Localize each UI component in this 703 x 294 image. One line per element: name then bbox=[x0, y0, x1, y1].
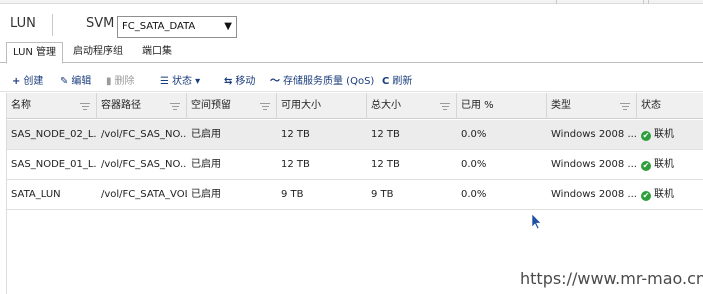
table-row[interactable]: SATA_LUN /vol/FC_SATA_VOL 已启用 9 TB 9 TB … bbox=[7, 180, 703, 210]
status-icon: ☰ bbox=[160, 76, 169, 87]
pencil-icon: ✎ bbox=[60, 76, 69, 87]
cell-space-reservation: 已启用 bbox=[191, 159, 221, 170]
refresh-button[interactable]: C 刷新 bbox=[382, 72, 412, 87]
column-header-label: 状态 bbox=[641, 100, 661, 111]
cell-container-path: /vol/FC_SAS_NO... bbox=[101, 159, 187, 170]
cell-available-size: 12 TB bbox=[281, 159, 310, 170]
cell-used-percent: 0.0% bbox=[461, 159, 487, 170]
status-text: 联机 bbox=[654, 189, 674, 200]
edit-label: 编辑 bbox=[71, 76, 92, 87]
tab-port-sets[interactable]: 端口集 bbox=[136, 42, 178, 63]
column-header-total-size[interactable]: 总大小 bbox=[367, 93, 457, 119]
move-button[interactable]: ⇆ 移动 bbox=[224, 72, 255, 87]
cell-used-percent: 0.0% bbox=[461, 129, 487, 140]
cell-total-size: 9 TB bbox=[371, 189, 394, 200]
column-header-name[interactable]: 名称 bbox=[7, 93, 97, 119]
tab-bar: LUN 管理 启动程序组 端口集 bbox=[0, 42, 703, 64]
refresh-icon: C bbox=[382, 76, 390, 87]
column-header-used-percent[interactable]: 已用 % bbox=[457, 93, 547, 119]
cell-total-size: 12 TB bbox=[371, 129, 400, 140]
check-circle-icon: ✔ bbox=[641, 131, 651, 141]
column-header-label: 名称 bbox=[11, 100, 31, 111]
cell-name: SATA_LUN bbox=[11, 189, 61, 200]
svm-label: SVM bbox=[86, 16, 115, 31]
cell-name: SAS_NODE_02_L... bbox=[11, 129, 97, 140]
column-header-label: 空间预留 bbox=[191, 100, 231, 111]
filter-icon[interactable] bbox=[620, 101, 630, 111]
cell-status: ✔ 联机 bbox=[637, 120, 703, 150]
column-header-label: 容器路径 bbox=[101, 100, 141, 111]
plus-icon: + bbox=[12, 76, 21, 87]
column-header-available-size[interactable]: 可用大小 bbox=[277, 93, 367, 119]
tab-initiator-groups[interactable]: 启动程序组 bbox=[67, 42, 129, 63]
qos-label: 存储服务质量 (QoS) bbox=[283, 76, 375, 87]
table-row[interactable]: SAS_NODE_02_L... /vol/FC_SAS_NO... 已启用 1… bbox=[7, 120, 703, 150]
table-row[interactable]: SAS_NODE_01_L... /vol/FC_SAS_NO... 已启用 1… bbox=[7, 150, 703, 180]
cell-name: SAS_NODE_01_L... bbox=[11, 159, 97, 170]
delete-label: 删除 bbox=[114, 76, 135, 87]
cell-total-size: 12 TB bbox=[371, 159, 400, 170]
lun-table: 名称 容器路径 空间预留 可用大小 总大小 已用 % 类型 状态 SAS_NOD… bbox=[6, 93, 703, 294]
create-button[interactable]: + 创建 bbox=[12, 72, 43, 87]
cell-space-reservation: 已启用 bbox=[191, 129, 221, 140]
column-header-label: 已用 % bbox=[461, 100, 494, 111]
column-header-label: 类型 bbox=[551, 100, 571, 111]
cell-container-path: /vol/FC_SAS_NO... bbox=[101, 129, 187, 140]
check-circle-icon: ✔ bbox=[641, 161, 651, 171]
move-label: 移动 bbox=[235, 76, 256, 87]
move-icon: ⇆ bbox=[224, 76, 233, 87]
delete-button[interactable]: ▮ 删除 bbox=[106, 72, 135, 87]
cell-type: Windows 2008 ... bbox=[551, 159, 637, 170]
create-label: 创建 bbox=[23, 76, 44, 87]
column-header-container-path[interactable]: 容器路径 bbox=[97, 93, 187, 119]
cell-status: ✔ 联机 bbox=[637, 150, 703, 180]
cell-used-percent: 0.0% bbox=[461, 189, 487, 200]
column-header-label: 总大小 bbox=[371, 100, 401, 111]
page-header: LUN SVM FC_SATA_DATA ▼ bbox=[0, 4, 703, 42]
status-label: 状态 ▾ bbox=[171, 76, 201, 87]
check-circle-icon: ✔ bbox=[641, 191, 651, 201]
column-header-space-reservation[interactable]: 空间预留 bbox=[187, 93, 277, 119]
cell-status: ✔ 联机 bbox=[637, 180, 703, 210]
chevron-down-icon: ▼ bbox=[224, 21, 232, 32]
cell-available-size: 9 TB bbox=[281, 189, 304, 200]
cell-container-path: /vol/FC_SATA_VOL bbox=[101, 189, 187, 200]
refresh-label: 刷新 bbox=[392, 76, 413, 87]
cell-space-reservation: 已启用 bbox=[191, 189, 221, 200]
filter-icon[interactable] bbox=[260, 101, 270, 111]
cell-type: Windows 2008 ... bbox=[551, 129, 637, 140]
column-header-label: 可用大小 bbox=[281, 100, 321, 111]
status-text: 联机 bbox=[654, 159, 674, 170]
cell-type: Windows 2008 ... bbox=[551, 189, 637, 200]
edit-button[interactable]: ✎ 编辑 bbox=[60, 72, 91, 87]
status-dropdown-button[interactable]: ☰ 状态 ▾ bbox=[160, 72, 200, 87]
watermark-url: https://www.mr-mao.cn bbox=[520, 269, 703, 288]
qos-button[interactable]: 〜存储服务质量 (QoS) bbox=[270, 72, 374, 87]
tab-lun-management[interactable]: LUN 管理 bbox=[6, 42, 64, 64]
column-header-type[interactable]: 类型 bbox=[547, 93, 637, 119]
filter-icon[interactable] bbox=[80, 101, 90, 111]
trash-icon: ▮ bbox=[106, 76, 112, 87]
header-divider bbox=[52, 14, 53, 36]
status-text: 联机 bbox=[654, 129, 674, 140]
table-header: 名称 容器路径 空间预留 可用大小 总大小 已用 % 类型 状态 bbox=[7, 93, 703, 119]
filter-icon[interactable] bbox=[440, 101, 450, 111]
toolbar: + 创建 ✎ 编辑 ▮ 删除 ☰ 状态 ▾ ⇆ 移动 〜存储服务质量 (QoS) C 刷新 bbox=[0, 64, 703, 92]
qos-icon: 〜 bbox=[270, 76, 280, 87]
cell-available-size: 12 TB bbox=[281, 129, 310, 140]
column-header-status[interactable]: 状态 bbox=[637, 93, 703, 119]
svm-dropdown[interactable]: FC_SATA_DATA ▼ bbox=[117, 16, 237, 38]
svm-selected-value: FC_SATA_DATA bbox=[122, 21, 196, 32]
filter-icon[interactable] bbox=[170, 101, 180, 111]
page-title: LUN bbox=[10, 16, 36, 31]
